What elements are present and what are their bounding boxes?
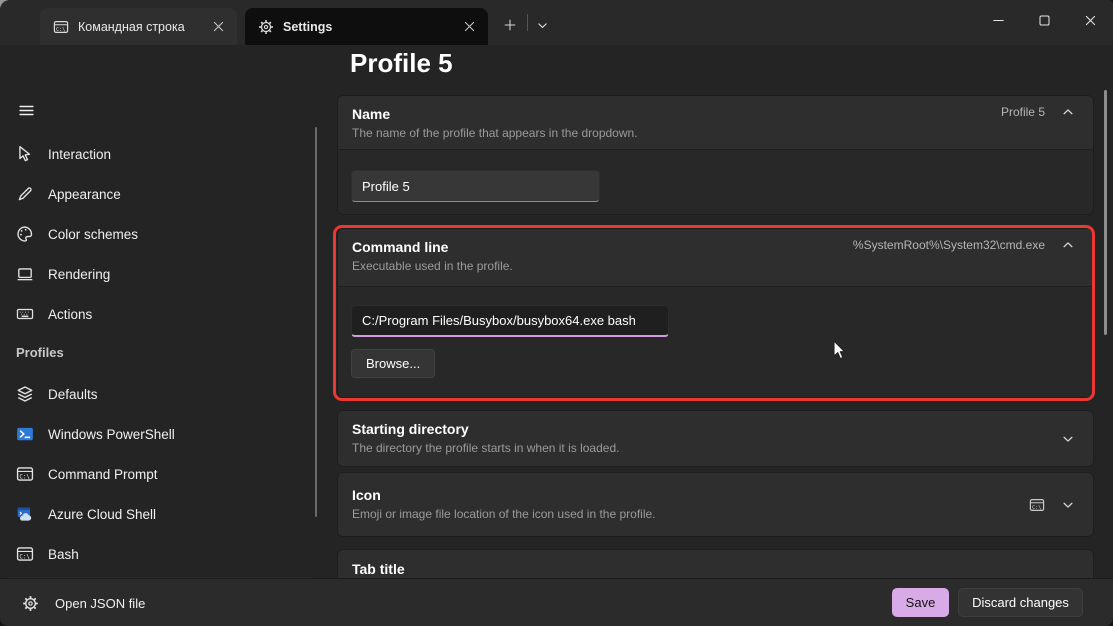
setting-current-value: %SystemRoot%\System32\cmd.exe [853,238,1045,252]
tab-label: Settings [283,20,462,34]
open-json-label: Open JSON file [55,596,145,611]
console-window-icon [1029,497,1045,513]
command-line-setting-card: Command line Executable used in the prof… [337,228,1094,398]
setting-subtitle: The directory the profile starts in when… [352,440,1049,457]
sidebar-item-label: Rendering [48,267,110,282]
tab-label: Командная строка [78,20,211,34]
sidebar-item-rendering[interactable]: Rendering [5,257,315,291]
sidebar-item-windows-powershell[interactable]: Windows PowerShell [5,417,315,451]
sidebar-item-label: Color schemes [48,227,138,242]
chevron-down-icon[interactable] [1061,498,1075,512]
chevron-down-icon[interactable] [1061,432,1075,446]
navigation-menu-button[interactable] [13,97,39,123]
sidebar-item-appearance[interactable]: Appearance [5,177,315,211]
save-button[interactable]: Save [892,588,949,617]
sidebar-item-label: Command Prompt [48,467,158,482]
close-window-button[interactable] [1067,0,1113,40]
chevron-up-icon[interactable] [1061,105,1075,119]
browse-button[interactable]: Browse... [351,349,435,378]
console-window-icon [16,465,34,483]
minimize-icon [991,13,1006,28]
name-expander-header[interactable]: Name The name of the profile that appear… [338,96,1093,149]
pen-icon [16,185,34,203]
maximize-button[interactable] [1021,0,1067,40]
minimize-button[interactable] [975,0,1021,40]
settings-content: Profile 5 Name The name of the profile t… [330,45,1113,578]
setting-subtitle: Emoji or image file location of the icon… [352,506,1017,523]
layers-icon [16,385,34,403]
maximize-icon [1037,13,1052,28]
page-title: Profile 5 [350,48,453,79]
screen: Командная строка Settings [0,0,1113,626]
chevron-up-icon[interactable] [1061,238,1075,252]
console-window-icon [53,19,69,35]
close-icon [1083,13,1098,28]
setting-subtitle: Executable used in the profile. [352,258,841,275]
pointer-icon [16,145,34,163]
command-line-expander-header[interactable]: Command line Executable used in the prof… [338,229,1093,286]
new-tab-button[interactable] [496,12,524,38]
setting-title: Tab title [352,560,1075,578]
sidebar-item-label: Azure Cloud Shell [48,507,156,522]
sidebar-item-label: Appearance [48,187,121,202]
sidebar-item-label: Defaults [48,387,98,402]
name-setting-card: Name The name of the profile that appear… [337,95,1094,215]
profile-name-input[interactable] [351,170,600,202]
tab-title-setting-card: Tab title [337,549,1094,578]
titlebar[interactable]: Командная строка Settings [0,0,1113,45]
sidebar-item-defaults[interactable]: Defaults [5,377,315,411]
content-scrollbar[interactable] [1104,90,1107,335]
tab-settings[interactable]: Settings [245,8,488,45]
sidebar-scrollbar[interactable] [315,127,317,517]
sidebar-item-interaction[interactable]: Interaction [5,137,315,171]
icon-expander-header[interactable]: Icon Emoji or image file location of the… [338,473,1093,536]
starting-directory-setting-card: Starting directory The directory the pro… [337,410,1094,467]
console-window-icon [16,545,34,563]
sidebar-item-actions[interactable]: Actions [5,297,315,331]
sidebar-item-label: Bash [48,547,79,562]
gear-icon [258,19,274,35]
icon-setting-card: Icon Emoji or image file location of the… [337,472,1094,537]
monitor-icon [16,265,34,283]
gear-icon [22,595,39,612]
command-line-input[interactable] [351,305,669,337]
starting-directory-expander-header[interactable]: Starting directory The directory the pro… [338,411,1093,466]
tab-command-prompt[interactable]: Командная строка [40,8,237,45]
divider [527,14,528,31]
settings-sidebar: Interaction Appearance Color schemes Ren… [0,45,330,578]
powershell-icon [16,425,34,443]
sidebar-item-label: Windows PowerShell [48,427,175,442]
setting-title: Name [352,105,989,124]
close-icon[interactable] [462,19,477,34]
open-json-file-button[interactable]: Open JSON file [12,586,155,620]
palette-icon [16,225,34,243]
setting-subtitle: The name of the profile that appears in … [352,125,989,142]
sidebar-item-label: Actions [48,307,92,322]
discard-changes-button[interactable]: Discard changes [958,588,1083,617]
sidebar-item-bash[interactable]: Bash [5,537,315,571]
setting-title: Command line [352,238,841,257]
azure-cloud-icon [16,505,34,523]
sidebar-item-azure-cloud-shell[interactable]: Azure Cloud Shell [5,497,315,531]
chevron-down-icon [536,19,549,32]
name-expander-body [338,149,1093,214]
keyboard-icon [16,305,34,323]
sidebar-item-command-prompt[interactable]: Command Prompt [5,457,315,491]
tab-title-expander-header[interactable]: Tab title [338,550,1093,578]
tab-dropdown-button[interactable] [530,12,554,38]
windows-terminal-window: Командная строка Settings [0,0,1113,626]
plus-icon [503,18,517,32]
sidebar-item-label: Interaction [48,147,111,162]
close-icon[interactable] [211,19,226,34]
setting-title: Starting directory [352,420,1049,439]
profiles-section-header: Profiles [16,345,64,360]
setting-title: Icon [352,486,1017,505]
command-line-expander-body: Browse... [338,286,1093,397]
hamburger-icon [18,102,35,119]
sidebar-item-color-schemes[interactable]: Color schemes [5,217,315,251]
footer-bar: Open JSON file Save Discard changes [0,578,1113,626]
setting-current-value: Profile 5 [1001,105,1045,119]
